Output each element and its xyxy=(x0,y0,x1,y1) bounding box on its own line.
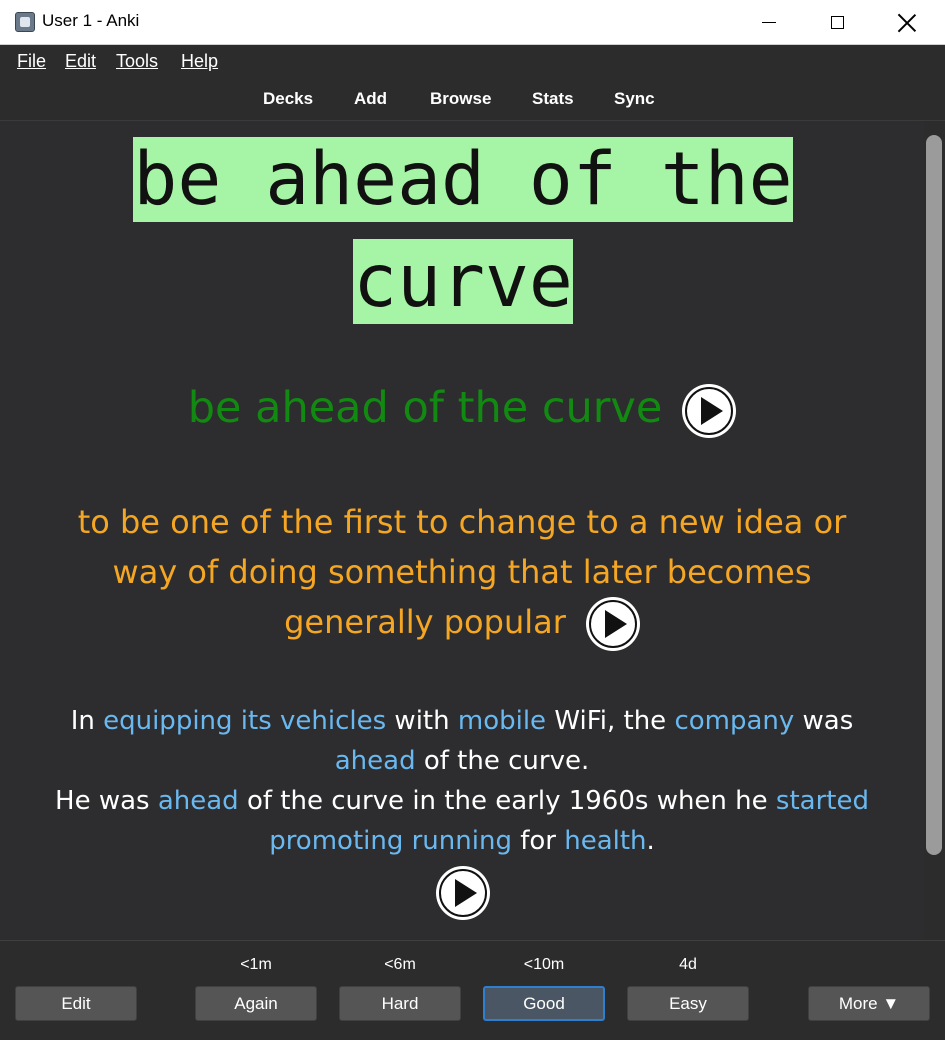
example-text: He was xyxy=(55,786,158,816)
card-heading: be ahead of the curve xyxy=(58,129,868,333)
hard-interval: <6m xyxy=(384,956,416,973)
card-term: be ahead of the curve xyxy=(0,383,924,438)
window-title: User 1 - Anki xyxy=(42,11,140,30)
minimize-icon xyxy=(762,22,776,23)
toolbar-stats[interactable]: Stats xyxy=(532,89,574,109)
good-button[interactable]: Good xyxy=(483,986,605,1021)
example-text: WiFi, the xyxy=(546,706,675,736)
example-text: with xyxy=(386,706,458,736)
card-view: be ahead of the curve be ahead of the cu… xyxy=(0,121,924,939)
menu-help-label: Help xyxy=(181,51,219,71)
easy-button[interactable]: Easy xyxy=(627,986,749,1021)
main-toolbar: Decks Add Browse Stats Sync xyxy=(0,78,945,121)
toolbar-browse[interactable]: Browse xyxy=(430,89,491,109)
maximize-icon xyxy=(830,16,844,29)
menu-tools-label: Tools xyxy=(116,51,159,71)
menu-help[interactable]: Help xyxy=(181,51,218,72)
card-term-text: be ahead of the curve xyxy=(187,383,663,433)
anki-app-icon xyxy=(15,12,35,32)
menu-edit[interactable]: Edit xyxy=(65,51,96,72)
easy-interval: 4d xyxy=(679,956,697,973)
toolbar-decks[interactable]: Decks xyxy=(263,89,313,109)
example-text: of the curve in the early 1960s when he xyxy=(238,786,776,816)
minimize-button[interactable] xyxy=(736,0,802,45)
scrollbar-thumb[interactable] xyxy=(926,135,942,855)
example-highlight: ahead xyxy=(157,786,239,816)
more-button[interactable]: More ▼ xyxy=(808,986,930,1021)
menu-file[interactable]: File xyxy=(17,51,46,72)
play-audio-icon[interactable] xyxy=(585,597,640,651)
maximize-button[interactable] xyxy=(804,0,870,45)
example-text: was xyxy=(794,706,854,736)
again-button[interactable]: Again xyxy=(195,986,317,1021)
good-interval: <10m xyxy=(523,956,565,973)
title-bar: User 1 - Anki xyxy=(0,0,945,45)
answer-bar: <1m <6m <10m 4d Edit Again Hard Good Eas… xyxy=(0,940,945,1040)
card-heading-text: be ahead of the curve xyxy=(133,137,793,324)
close-button[interactable] xyxy=(874,0,940,45)
example-text: In xyxy=(70,706,104,736)
menu-bar: File Edit Tools Help xyxy=(0,45,945,75)
vertical-scrollbar[interactable] xyxy=(924,121,945,939)
example-highlight: company xyxy=(674,706,795,736)
toolbar-add[interactable]: Add xyxy=(354,89,387,109)
card-examples: In equipping its vehicles with mobile Wi… xyxy=(40,701,884,861)
menu-edit-label: Edit xyxy=(65,51,97,71)
play-audio-icon[interactable] xyxy=(436,866,490,920)
example-sentence-2: He was ahead of the curve in the early 1… xyxy=(40,781,884,861)
example-highlight: health xyxy=(564,826,647,856)
hard-button[interactable]: Hard xyxy=(339,986,461,1021)
edit-button[interactable]: Edit xyxy=(15,986,137,1021)
close-icon xyxy=(898,14,916,32)
example-highlight: ahead xyxy=(334,746,416,776)
again-interval: <1m xyxy=(240,956,272,973)
example-play-wrapper xyxy=(436,866,490,920)
example-text: for xyxy=(511,826,565,856)
menu-tools[interactable]: Tools xyxy=(116,51,158,72)
example-sentence-1: In equipping its vehicles with mobile Wi… xyxy=(40,701,884,781)
example-highlight: mobile xyxy=(457,706,547,736)
example-text: . xyxy=(646,826,655,856)
card-definition-text: to be one of the first to change to a ne… xyxy=(77,503,847,641)
card-definition: to be one of the first to change to a ne… xyxy=(50,497,874,651)
example-highlight: equipping its vehicles xyxy=(103,706,387,736)
example-text: of the curve. xyxy=(415,746,590,776)
menu-file-label: File xyxy=(17,51,47,71)
toolbar-sync[interactable]: Sync xyxy=(614,89,655,109)
play-audio-icon[interactable] xyxy=(682,383,737,438)
